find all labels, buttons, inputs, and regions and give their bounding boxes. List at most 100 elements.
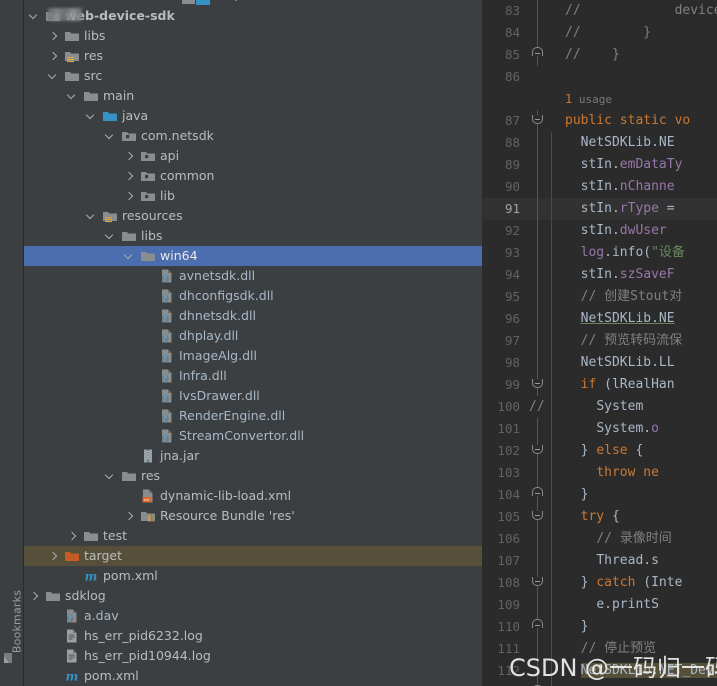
- code-line[interactable]: 112 NetSDKLib.NET_DeviceLoginCo: [483, 660, 717, 682]
- chevron-down-icon[interactable]: [104, 230, 117, 243]
- code-line[interactable]: 87 public static vo: [483, 110, 717, 132]
- code-line-text[interactable]: // 录像时间: [563, 528, 717, 550]
- chevron-right-icon[interactable]: [47, 50, 60, 63]
- tree-row[interactable]: <> dynamic-lib-load.xml: [24, 486, 483, 506]
- code-line[interactable]: 95 // 创建Stout对: [483, 286, 717, 308]
- code-line[interactable]: 1 usage: [483, 88, 717, 110]
- code-line[interactable]: 83 // deviceL: [483, 0, 717, 22]
- fold-gutter[interactable]: [527, 132, 549, 154]
- fold-gutter[interactable]: [527, 242, 549, 264]
- code-line[interactable]: 84 // }: [483, 22, 717, 44]
- code-line[interactable]: 102 } else {: [483, 440, 717, 462]
- fold-gutter[interactable]: [527, 22, 549, 44]
- code-line-text[interactable]: // deviceL: [563, 0, 717, 22]
- tree-row[interactable]: m pom.xml: [24, 666, 483, 686]
- code-line[interactable]: 92 stIn.dwUser: [483, 220, 717, 242]
- code-line-text[interactable]: } else {: [563, 440, 717, 462]
- line-number[interactable]: 99: [483, 374, 527, 396]
- tree-row[interactable]: common: [24, 166, 483, 186]
- code-line-text[interactable]: log.info("设备: [563, 242, 717, 264]
- tree-row[interactable]: hs_err_pid6232.log: [24, 626, 483, 646]
- line-number[interactable]: 92: [483, 220, 527, 242]
- code-line[interactable]: 104 }: [483, 484, 717, 506]
- tree-row[interactable]: Resource Bundle 'res': [24, 506, 483, 526]
- line-number[interactable]: 90: [483, 176, 527, 198]
- line-number[interactable]: 101: [483, 418, 527, 440]
- line-number[interactable]: 105: [483, 506, 527, 528]
- fold-gutter[interactable]: [527, 330, 549, 352]
- tree-row[interactable]: java: [24, 106, 483, 126]
- code-line[interactable]: 101 System.o: [483, 418, 717, 440]
- code-line[interactable]: 91 stIn.rType =: [483, 198, 717, 220]
- fold-gutter[interactable]: [527, 66, 549, 88]
- fold-gutter[interactable]: [527, 220, 549, 242]
- line-number[interactable]: 112: [483, 660, 527, 682]
- tree-row[interactable]: lib: [24, 186, 483, 206]
- line-number[interactable]: 110: [483, 616, 527, 638]
- code-line[interactable]: 106 // 录像时间: [483, 528, 717, 550]
- line-number[interactable]: 94: [483, 264, 527, 286]
- fold-gutter[interactable]: [527, 286, 549, 308]
- tree-row[interactable]: target: [24, 546, 483, 566]
- code-line-text[interactable]: // }: [563, 22, 717, 44]
- code-line-text[interactable]: stIn.rType =: [563, 198, 717, 220]
- line-number[interactable]: 89: [483, 154, 527, 176]
- line-number[interactable]: 98: [483, 352, 527, 374]
- code-line[interactable]: 110 }: [483, 616, 717, 638]
- code-line[interactable]: 86: [483, 66, 717, 88]
- tree-row[interactable]: libs: [24, 226, 483, 246]
- fold-gutter[interactable]: [527, 0, 549, 22]
- line-number[interactable]: 86: [483, 66, 527, 88]
- fold-collapse-icon[interactable]: [532, 379, 543, 388]
- code-line[interactable]: 88 NetSDKLib.NE: [483, 132, 717, 154]
- fold-gutter[interactable]: [527, 264, 549, 286]
- line-number[interactable]: 102: [483, 440, 527, 462]
- chevron-down-icon[interactable]: [85, 210, 98, 223]
- chevron-right-icon[interactable]: [47, 550, 60, 563]
- code-line-text[interactable]: NetSDKLib.LL: [563, 352, 717, 374]
- tree-row[interactable]: ? a.dav: [24, 606, 483, 626]
- line-number[interactable]: 85: [483, 44, 527, 66]
- code-line[interactable]: 98 NetSDKLib.LL: [483, 352, 717, 374]
- code-line[interactable]: 100// System: [483, 396, 717, 418]
- fold-expand-icon[interactable]: [532, 487, 543, 496]
- chevron-down-icon[interactable]: [47, 70, 60, 83]
- tree-row[interactable]: res: [24, 466, 483, 486]
- chevron-right-icon[interactable]: [123, 170, 136, 183]
- code-line-text[interactable]: stIn.emDataTy: [563, 154, 717, 176]
- line-number[interactable]: 111: [483, 638, 527, 660]
- tree-row[interactable]: resources: [24, 206, 483, 226]
- fold-collapse-icon[interactable]: [532, 115, 543, 124]
- code-line-text[interactable]: NetSDKLib.NE: [563, 132, 717, 154]
- fold-gutter[interactable]: //: [527, 396, 549, 418]
- code-line-text[interactable]: Thread.s: [563, 550, 717, 572]
- code-editor[interactable]: 83 // deviceL 84 // } 85 // } 86 1 usage 87 publi…: [483, 0, 717, 686]
- line-number[interactable]: 104: [483, 484, 527, 506]
- tree-row[interactable]: ? IvsDrawer.dll: [24, 386, 483, 406]
- fold-gutter[interactable]: [527, 462, 549, 484]
- fold-gutter[interactable]: [527, 638, 549, 660]
- tree-row[interactable]: test: [24, 526, 483, 546]
- tree-row[interactable]: com.netsdk: [24, 126, 483, 146]
- code-line-text[interactable]: }: [563, 616, 717, 638]
- chevron-down-icon[interactable]: [66, 90, 79, 103]
- tree-row[interactable]: ? avnetsdk.dll: [24, 266, 483, 286]
- chevron-right-icon[interactable]: [28, 590, 41, 603]
- chevron-down-icon[interactable]: [85, 110, 98, 123]
- chevron-right-icon[interactable]: [66, 530, 79, 543]
- code-line-text[interactable]: // 创建Stout对: [563, 286, 717, 308]
- code-line[interactable]: 96 NetSDKLib.NE: [483, 308, 717, 330]
- line-number[interactable]: 91: [483, 198, 527, 220]
- fold-gutter[interactable]: [527, 506, 549, 528]
- fold-gutter[interactable]: [527, 44, 549, 66]
- chevron-right-icon[interactable]: [47, 30, 60, 43]
- code-line-text[interactable]: stIn.nChanne: [563, 176, 717, 198]
- tree-row[interactable]: ? dhnetsdk.dll: [24, 306, 483, 326]
- line-number[interactable]: 106: [483, 528, 527, 550]
- chevron-right-icon[interactable]: [123, 150, 136, 163]
- code-line-text[interactable]: public static vo: [563, 110, 717, 132]
- fold-expand-icon[interactable]: [532, 619, 543, 628]
- chevron-right-icon[interactable]: [123, 510, 136, 523]
- tree-row[interactable]: ? ImageAlg.dll: [24, 346, 483, 366]
- code-line-text[interactable]: System.o: [563, 418, 717, 440]
